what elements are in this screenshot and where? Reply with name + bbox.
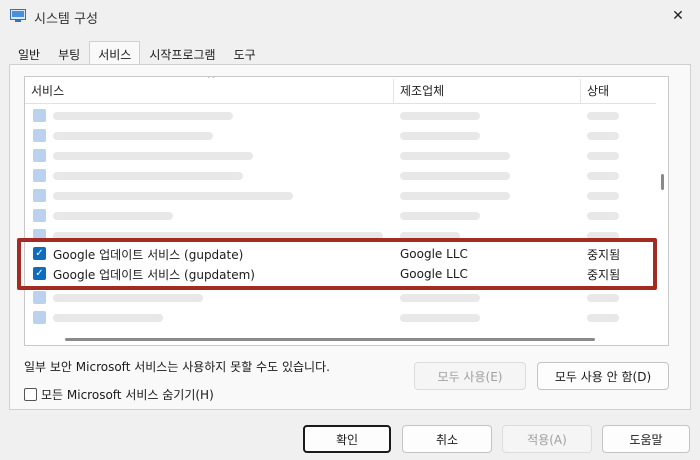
manufacturer: Google LLC: [400, 267, 468, 281]
close-icon[interactable]: ✕: [656, 0, 700, 32]
services-list[interactable]: ^ 서비스 제조업체 상태 ✓ Google 업데이트 서비스 (gupdate…: [24, 76, 669, 346]
horizontal-scrollbar[interactable]: [25, 333, 656, 345]
title-bar: 시스템 구성 ✕: [0, 0, 700, 34]
checkbox-box[interactable]: [24, 388, 37, 401]
tab-tools[interactable]: 도구: [225, 42, 265, 65]
table-row[interactable]: ✓ Google 업데이트 서비스 (gupdate) Google LLC 중…: [25, 244, 656, 264]
blurred-row: [25, 126, 656, 146]
blurred-row: [25, 146, 656, 166]
table-row[interactable]: ✓ Google 업데이트 서비스 (gupdatem) Google LLC …: [25, 264, 656, 284]
enable-all-button[interactable]: 모두 사용(E): [414, 362, 526, 390]
column-header-status[interactable]: 상태: [581, 77, 656, 104]
hide-ms-services-label: 모든 Microsoft 서비스 숨기기(H): [41, 388, 214, 402]
manufacturer: Google LLC: [400, 247, 468, 261]
tab-services[interactable]: 서비스: [89, 41, 141, 66]
column-header-manufacturer[interactable]: 제조업체: [394, 77, 580, 104]
disable-all-button[interactable]: 모두 사용 안 함(D): [537, 362, 669, 390]
column-header-service[interactable]: 서비스: [25, 77, 393, 104]
status: 중지됨: [587, 247, 621, 262]
vertical-scrollbar[interactable]: [656, 104, 668, 345]
blurred-row: [25, 226, 656, 246]
status: 중지됨: [587, 267, 621, 282]
tab-strip: 일반 부팅 서비스 시작프로그램 도구: [9, 41, 265, 66]
tab-boot[interactable]: 부팅: [49, 42, 89, 65]
ok-button[interactable]: 확인: [303, 425, 391, 453]
apply-button[interactable]: 적용(A): [502, 425, 592, 453]
blurred-row: [25, 288, 656, 308]
tab-general[interactable]: 일반: [9, 42, 49, 65]
blurred-row: [25, 166, 656, 186]
checkmark-icon[interactable]: ✓: [33, 267, 46, 280]
service-name: Google 업데이트 서비스 (gupdate): [53, 247, 244, 262]
blurred-row: [25, 106, 656, 126]
msconfig-icon: [10, 9, 26, 22]
service-name: Google 업데이트 서비스 (gupdatem): [53, 267, 255, 282]
hide-ms-services-checkbox[interactable]: 모든 Microsoft 서비스 숨기기(H): [24, 386, 214, 403]
window-title: 시스템 구성: [34, 12, 98, 27]
security-note: 일부 보안 Microsoft 서비스는 사용하지 못할 수도 있습니다.: [24, 360, 330, 374]
cancel-button[interactable]: 취소: [402, 425, 492, 453]
blurred-row: [25, 206, 656, 226]
help-button[interactable]: 도움말: [602, 425, 690, 453]
blurred-row: [25, 308, 656, 328]
blurred-row: [25, 186, 656, 206]
checkmark-icon[interactable]: ✓: [33, 247, 46, 260]
list-header: ^ 서비스 제조업체 상태: [25, 77, 656, 104]
tab-startup[interactable]: 시작프로그램: [140, 42, 224, 65]
